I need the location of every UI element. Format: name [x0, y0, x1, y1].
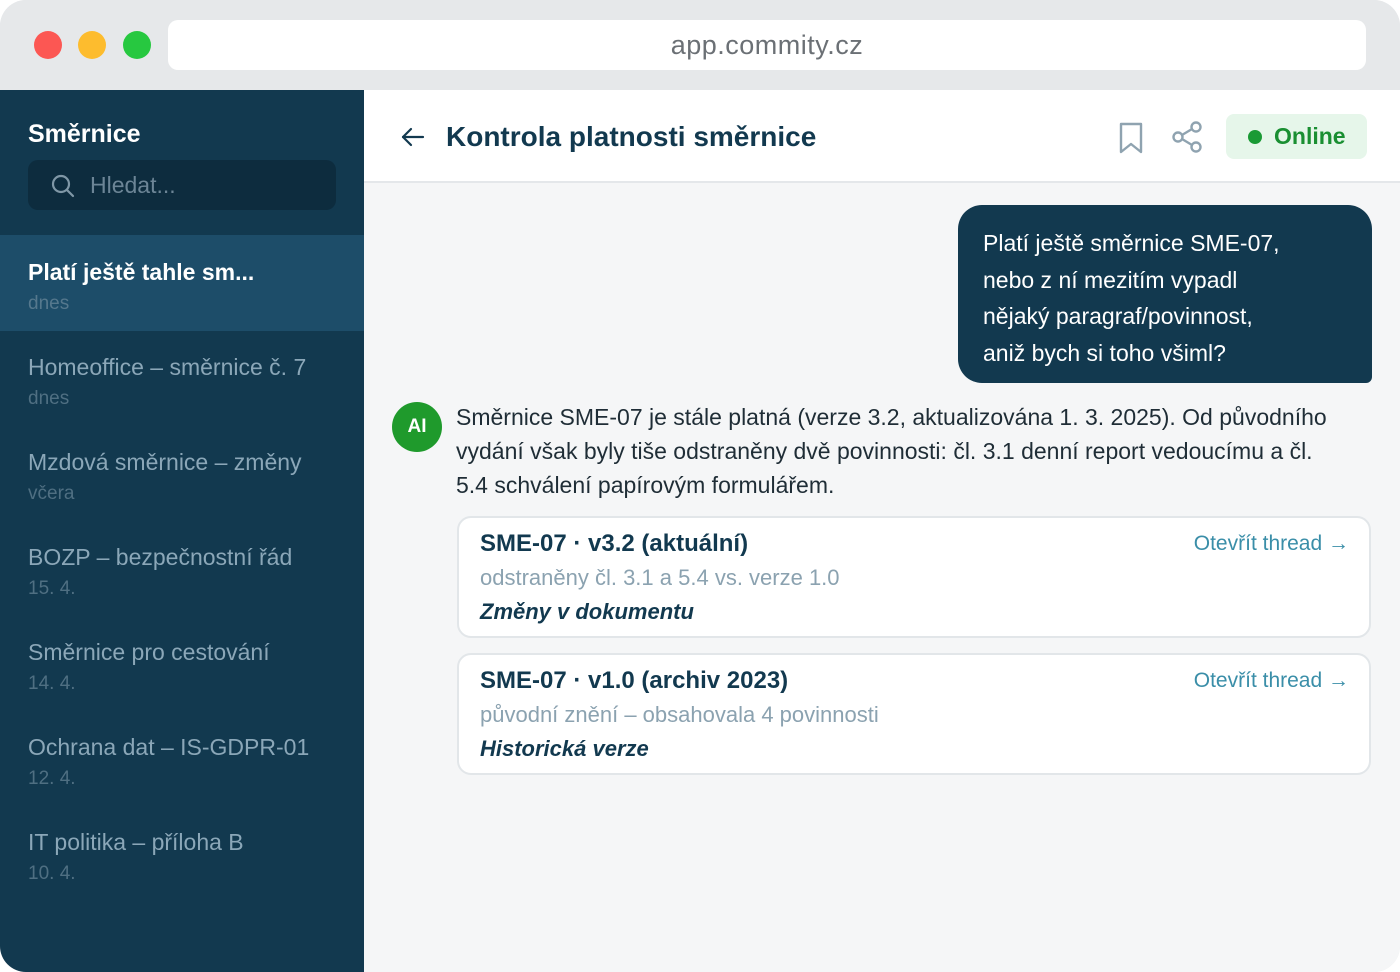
conversation-date: dnes	[28, 388, 70, 409]
address-bar-url: app.commity.cz	[670, 29, 864, 60]
search-placeholder: Hledat...	[90, 172, 176, 198]
ai-message-line: 5.4 schválení papírovým formulářem.	[456, 472, 835, 498]
browser-window: app.commity.cz Směrnice Hledat... Platí …	[0, 0, 1400, 972]
conversation-title: BOZP – bezpečnostní řád	[28, 544, 293, 570]
back-arrow-icon[interactable]	[398, 122, 428, 152]
conversation-date: včera	[28, 483, 75, 504]
ai-message-line: Směrnice SME-07 je stále platná (verze 3…	[456, 404, 1327, 430]
share-icon[interactable]	[1170, 120, 1204, 154]
conversation-date: 14. 4.	[28, 673, 76, 694]
document-card-tag: Změny v dokumentu	[480, 599, 694, 624]
document-card-subtitle: odstraněny čl. 3.1 a 5.4 vs. verze 1.0	[480, 565, 840, 590]
chat-panel: Kontrola platnosti směrnice Online Platí…	[364, 90, 1400, 972]
online-status-badge: Online	[1226, 114, 1367, 159]
search-input[interactable]: Hledat...	[28, 160, 336, 210]
open-thread-link[interactable]: Otevřít thread →	[1194, 532, 1349, 556]
user-message-line: Platí ještě směrnice SME-07,	[983, 230, 1280, 256]
ai-avatar: AI	[392, 402, 442, 452]
conversation-item[interactable]: Platí ještě tahle sm... dnes	[0, 235, 364, 331]
conversation-item[interactable]: Směrnice pro cestování 14. 4.	[0, 615, 364, 711]
conversation-title: Směrnice pro cestování	[28, 639, 270, 665]
conversation-item[interactable]: Mzdová směrnice – změny včera	[0, 425, 364, 521]
conversation-title: Mzdová směrnice – změny	[28, 449, 302, 475]
ai-message-line: vydání však byly tiše odstraněny dvě pov…	[456, 438, 1313, 464]
conversation-title: Homeoffice – směrnice č. 7	[28, 354, 307, 380]
minimize-window-button[interactable]	[78, 31, 106, 59]
maximize-window-button[interactable]	[123, 31, 151, 59]
conversation-item[interactable]: Ochrana dat – IS-GDPR-01 12. 4.	[0, 710, 364, 806]
conversation-title: IT politika – příloha B	[28, 829, 244, 855]
conversation-item[interactable]: BOZP – bezpečnostní řád 15. 4.	[0, 520, 364, 616]
document-card[interactable]: SME-07 · v3.2 (aktuální) odstraněny čl. …	[457, 516, 1371, 638]
user-message-line: nějaký paragraf/povinnost,	[983, 303, 1253, 329]
document-card-title: SME-07 · v1.0 (archiv 2023)	[480, 667, 789, 694]
address-bar[interactable]: app.commity.cz	[168, 20, 1366, 70]
online-status-label: Online	[1274, 123, 1346, 149]
ai-message: Směrnice SME-07 je stále platná (verze 3…	[456, 400, 1366, 502]
conversation-title: Ochrana dat – IS-GDPR-01	[28, 734, 310, 760]
user-message-line: nebo z ní mezitím vypadl	[983, 266, 1238, 293]
chat-title: Kontrola platnosti směrnice	[446, 121, 817, 152]
conversation-title: Platí ještě tahle sm...	[28, 259, 255, 285]
bookmark-icon[interactable]	[1116, 121, 1146, 155]
online-status-dot	[1248, 130, 1262, 144]
chat-header: Kontrola platnosti směrnice Online	[364, 90, 1400, 183]
search-icon	[51, 174, 75, 198]
conversation-date: 12. 4.	[28, 768, 76, 789]
document-card-subtitle: původní znění – obsahovala 4 povinnosti	[480, 702, 879, 727]
document-card-title: SME-07 · v3.2 (aktuální)	[480, 530, 749, 557]
browser-chrome: app.commity.cz	[0, 0, 1400, 90]
sidebar-title: Směrnice	[28, 120, 141, 148]
conversation-item[interactable]: Homeoffice – směrnice č. 7 dnes	[0, 330, 364, 426]
document-card-tag: Historická verze	[480, 736, 649, 761]
close-window-button[interactable]	[34, 31, 62, 59]
user-message-line: aniž bych si toho všiml?	[983, 339, 1226, 366]
conversation-item[interactable]: IT politika – příloha B 10. 4.	[0, 805, 364, 901]
conversation-date: dnes	[28, 293, 70, 314]
conversation-date: 10. 4.	[28, 863, 76, 884]
document-card[interactable]: SME-07 · v1.0 (archiv 2023) původní zněn…	[457, 653, 1371, 775]
sidebar: Směrnice Hledat... Platí ještě tahle sm.…	[0, 90, 364, 972]
user-message: Platí ještě směrnice SME-07, nebo z ní m…	[958, 205, 1372, 383]
conversation-date: 15. 4.	[28, 578, 76, 599]
open-thread-link[interactable]: Otevřít thread →	[1194, 669, 1349, 693]
